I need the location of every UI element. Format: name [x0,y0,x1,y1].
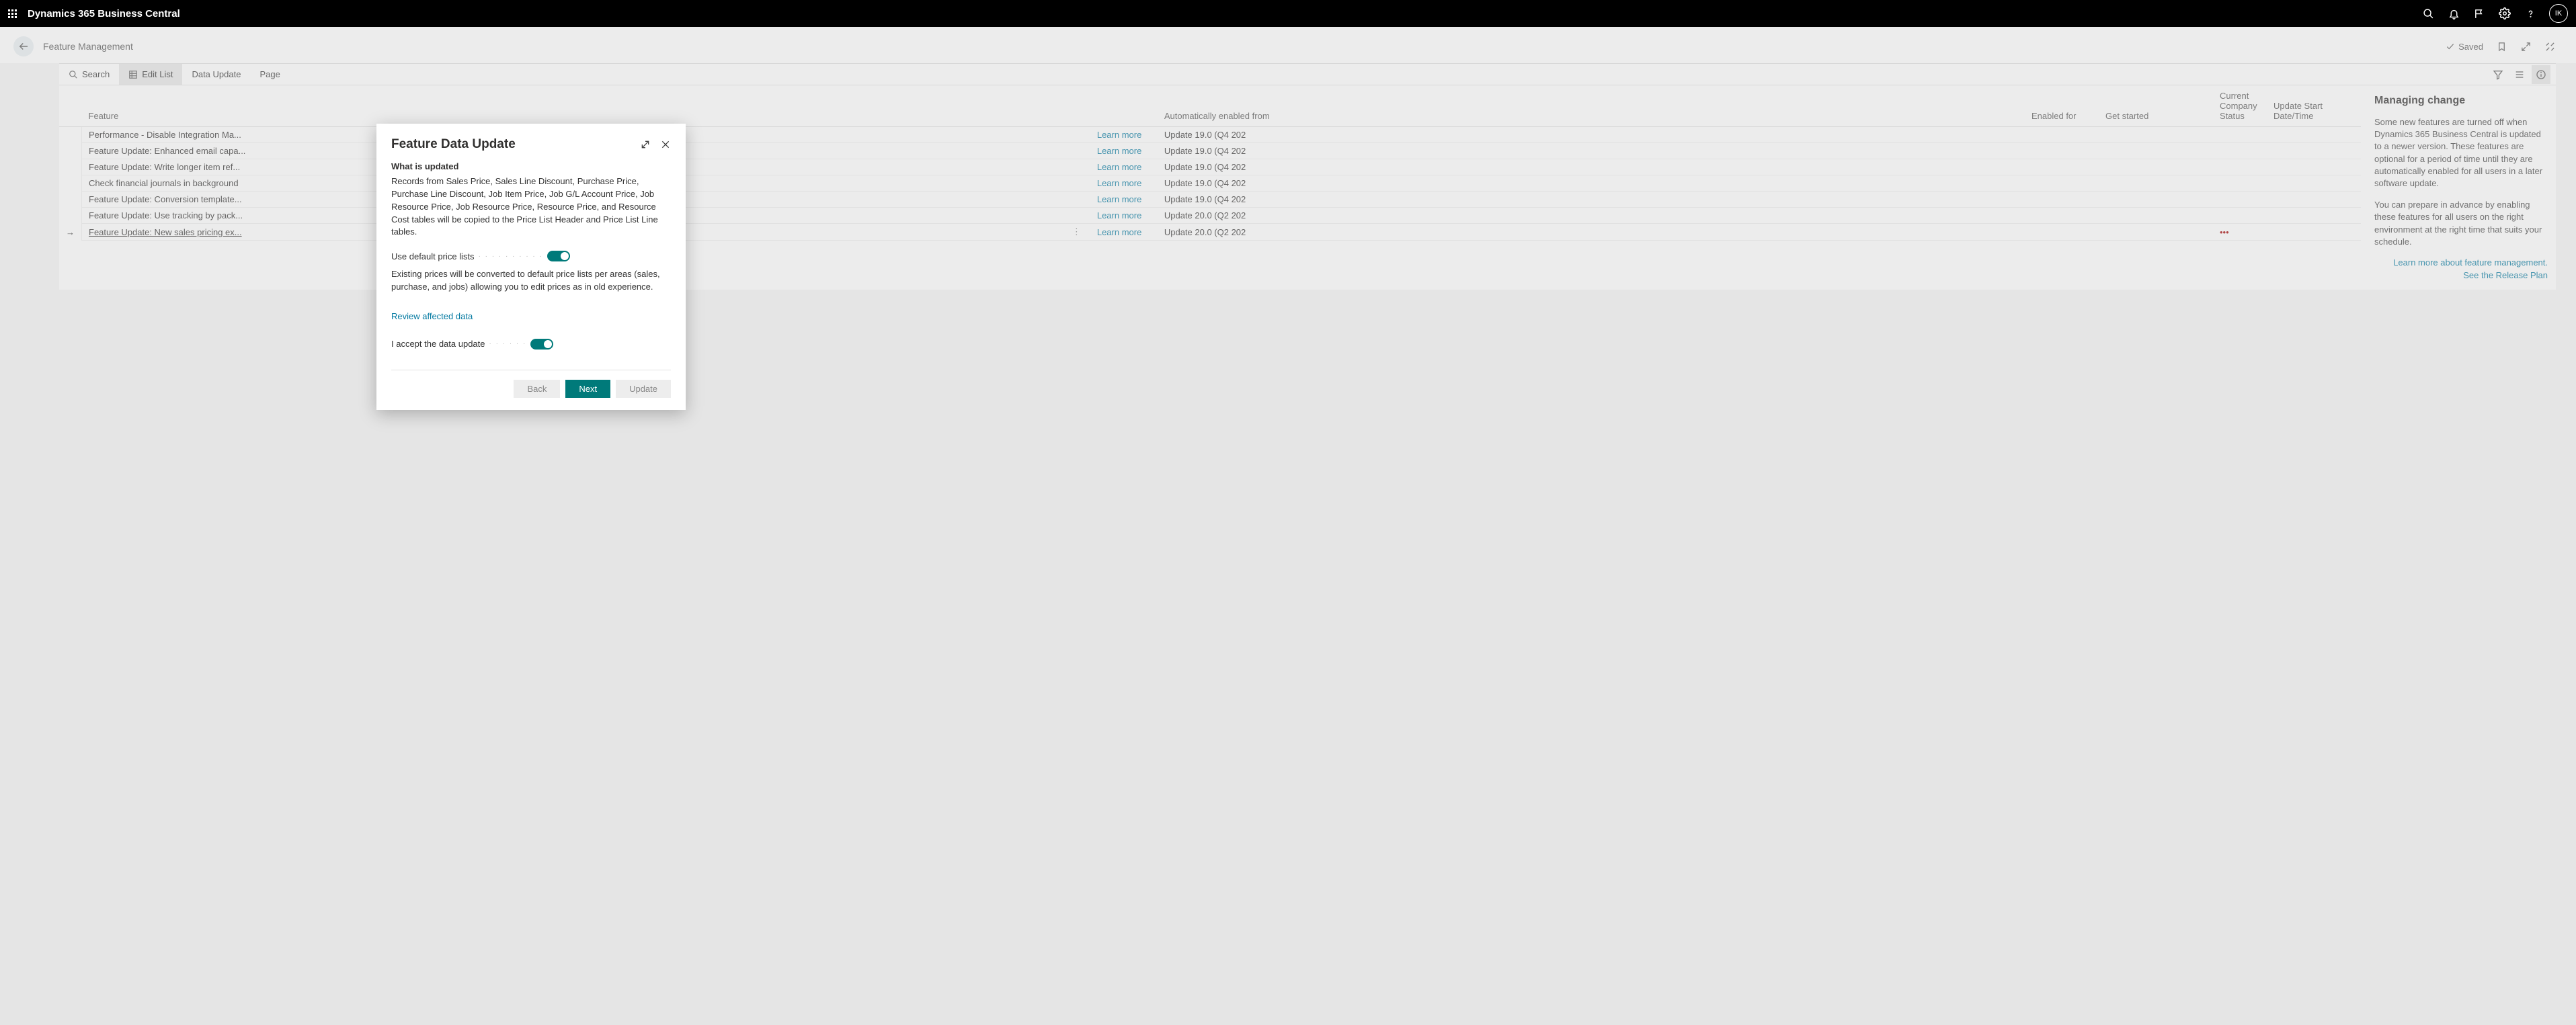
toolbar: Search Edit List Data Update Page [59,63,2556,85]
app-launcher-icon[interactable] [8,9,17,18]
col-feature[interactable]: Feature [82,85,1063,127]
use-default-price-lists-toggle[interactable] [547,251,570,261]
auto-enabled-cell: Update 19.0 (Q4 202 [1158,175,2025,192]
what-updated-body: Records from Sales Price, Sales Line Dis… [391,175,671,239]
expand-icon[interactable] [2520,40,2532,52]
feature-data-update-dialog: Feature Data Update What is updated Reco… [376,124,686,410]
auto-enabled-cell: Update 19.0 (Q4 202 [1158,192,2025,208]
learn-more-link[interactable]: Learn more [1097,194,1141,204]
auto-enabled-cell: Update 20.0 (Q2 202 [1158,208,2025,224]
saved-indicator: Saved [2446,42,2483,52]
factbox-p2: You can prepare in advance by enabling t… [2374,199,2548,248]
next-button[interactable]: Next [565,380,610,398]
dialog-close-icon[interactable] [660,139,671,150]
search-icon[interactable] [2421,7,2435,20]
learn-more-link[interactable]: Learn more [1097,210,1141,220]
learn-more-link[interactable]: Learn more [1097,227,1141,237]
info-pane-icon[interactable] [2532,65,2550,84]
what-updated-heading: What is updated [391,161,671,171]
search-button[interactable]: Search [59,64,119,85]
learn-more-link[interactable]: Learn more [1097,130,1141,140]
review-affected-data-link[interactable]: Review affected data [391,311,473,321]
auto-enabled-cell: Update 19.0 (Q4 202 [1158,143,2025,159]
top-bar: Dynamics 365 Business Central IK [0,0,2576,27]
filter-icon[interactable] [2489,65,2507,84]
factbox-heading: Managing change [2374,95,2548,107]
page-button[interactable]: Page [250,64,289,85]
auto-enabled-cell: Update 19.0 (Q4 202 [1158,159,2025,175]
settings-icon[interactable] [2498,7,2511,20]
col-company-status[interactable]: Current Company Status [2213,85,2267,127]
learn-more-link[interactable]: Learn more [1097,162,1141,172]
release-plan-link[interactable]: See the Release Plan [2374,270,2548,280]
auto-enabled-cell: Update 20.0 (Q2 202 [1158,224,2025,241]
accept-data-update-toggle[interactable] [530,339,553,350]
update-button[interactable]: Update [616,380,671,398]
flag-icon[interactable] [2472,7,2486,20]
auto-enabled-cell: Update 19.0 (Q4 202 [1158,127,2025,143]
col-auto-from[interactable]: Automatically enabled from [1158,85,2025,127]
factbox-p1: Some new features are turned off when Dy… [2374,116,2548,190]
app-title: Dynamics 365 Business Central [28,8,180,19]
back-button[interactable]: Back [514,380,560,398]
notifications-icon[interactable] [2447,7,2460,20]
col-get-started[interactable]: Get started [2099,85,2213,127]
page-title: Feature Management [43,41,133,52]
col-enabled-for[interactable]: Enabled for [2025,85,2099,127]
help-icon[interactable] [2524,7,2537,20]
bookmark-icon[interactable] [2495,40,2507,52]
back-button[interactable] [13,36,34,56]
data-update-button[interactable]: Data Update [182,64,250,85]
use-default-desc: Existing prices will be converted to def… [391,268,671,294]
use-default-price-lists-label: Use default price lists [391,251,475,261]
list-view-icon[interactable] [2510,65,2529,84]
user-avatar[interactable]: IK [2549,4,2568,23]
col-update-start[interactable]: Update Start Date/Time [2267,85,2361,127]
page-header: Feature Management Saved [0,27,2576,63]
learn-more-link[interactable]: Learn more [1097,146,1141,156]
learn-more-link[interactable]: Learn more [1097,178,1141,188]
dialog-expand-icon[interactable] [640,139,651,150]
row-actions-icon[interactable]: ⋮ [1070,227,1084,237]
collapse-icon[interactable] [2544,40,2556,52]
edit-list-button[interactable]: Edit List [119,64,182,85]
learn-more-link[interactable]: Learn more about feature management. [2374,257,2548,268]
factbox-panel: Managing change Some new features are tu… [2361,85,2556,290]
dialog-title: Feature Data Update [391,137,516,152]
accept-data-update-label: I accept the data update [391,339,485,349]
status-overflow-icon[interactable]: ••• [2220,227,2229,237]
